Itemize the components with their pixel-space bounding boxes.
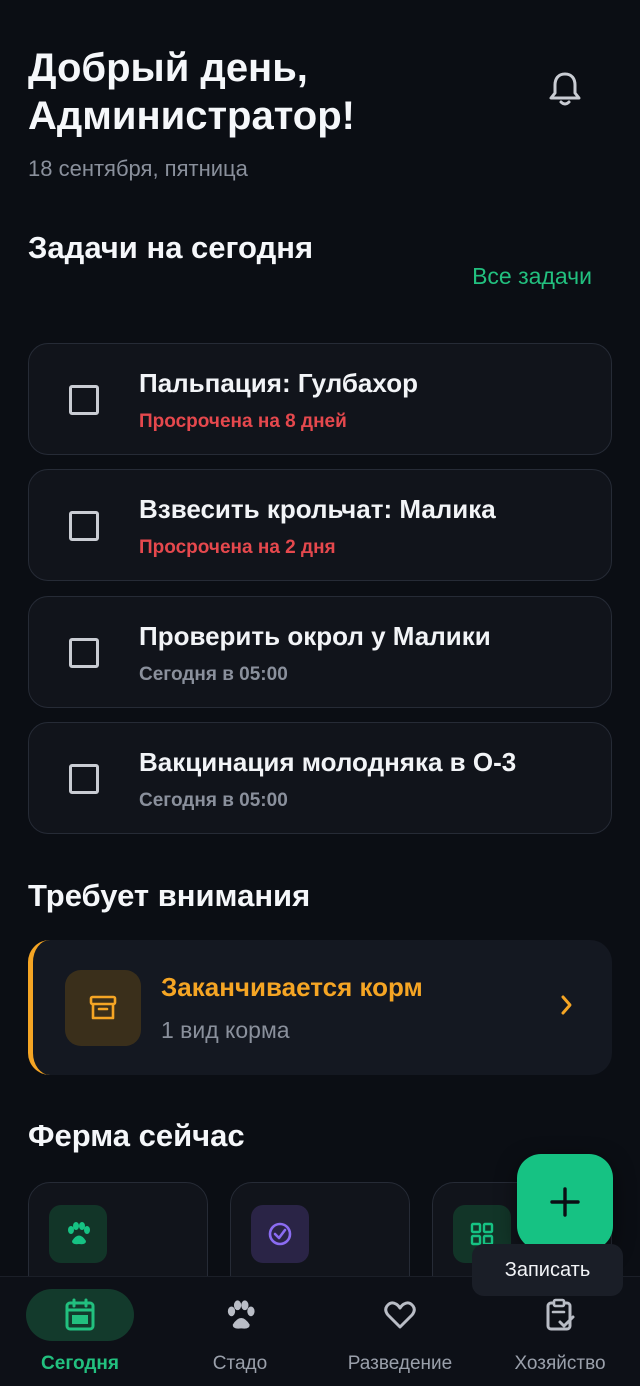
clipboard-check-icon <box>506 1289 614 1341</box>
task-card[interactable]: Проверить окрол у Малики Сегодня в 05:00 <box>28 596 612 708</box>
task-due-status: Просрочена на 8 дней <box>139 411 347 432</box>
farm-section-title: Ферма сейчас <box>28 1118 245 1153</box>
add-record-label: Записать <box>472 1244 623 1296</box>
heart-icon <box>346 1289 454 1341</box>
task-due-time: Сегодня в 05:00 <box>139 790 288 811</box>
bell-icon <box>549 72 581 106</box>
nav-label: Стадо <box>212 1353 268 1374</box>
paw-icon <box>49 1205 107 1263</box>
greeting-title: Добрый день, Администратор! <box>28 46 355 138</box>
task-title: Взвесить крольчат: Малика <box>139 494 496 524</box>
task-checkbox[interactable] <box>69 511 99 541</box>
nav-label: Разведение <box>347 1353 453 1374</box>
task-card[interactable]: Вакцинация молодняка в О-3 Сегодня в 05:… <box>28 722 612 834</box>
nav-item-breeding[interactable]: Разведение <box>320 1277 480 1386</box>
task-checkbox[interactable] <box>69 638 99 668</box>
calendar-icon <box>26 1289 134 1341</box>
low-feed-alert[interactable]: Заканчивается корм 1 вид корма <box>28 940 612 1075</box>
task-due-status: Просрочена на 2 дня <box>139 537 336 558</box>
task-card[interactable]: Пальпация: Гулбахор Просрочена на 8 дней <box>28 343 612 455</box>
plus-icon <box>550 1187 580 1217</box>
notifications-button[interactable] <box>544 68 586 110</box>
nav-item-today[interactable]: Сегодня <box>0 1277 160 1386</box>
current-date: 18 сентября, пятница <box>28 156 248 181</box>
task-card[interactable]: Взвесить крольчат: Малика Просрочена на … <box>28 469 612 581</box>
check-circle-icon <box>251 1205 309 1263</box>
task-due-time: Сегодня в 05:00 <box>139 664 288 685</box>
alert-subtitle: 1 вид корма <box>161 1017 290 1043</box>
tasks-section-title: Задачи на сегодня <box>28 230 314 265</box>
archive-box-icon <box>65 970 141 1046</box>
task-checkbox[interactable] <box>69 764 99 794</box>
task-checkbox[interactable] <box>69 385 99 415</box>
task-title: Пальпация: Гулбахор <box>139 368 418 398</box>
alert-title: Заканчивается корм <box>161 972 423 1002</box>
all-tasks-link[interactable]: Все задачи <box>472 263 592 290</box>
attention-section-title: Требует внимания <box>28 878 311 913</box>
paw-icon <box>186 1289 294 1341</box>
add-record-button[interactable] <box>517 1154 613 1250</box>
nav-item-herd[interactable]: Стадо <box>160 1277 320 1386</box>
nav-label: Сегодня <box>41 1353 119 1374</box>
chevron-right-icon <box>561 995 572 1015</box>
task-title: Проверить окрол у Малики <box>139 621 491 651</box>
nav-label: Хозяйство <box>514 1353 606 1374</box>
task-title: Вакцинация молодняка в О-3 <box>139 747 517 777</box>
